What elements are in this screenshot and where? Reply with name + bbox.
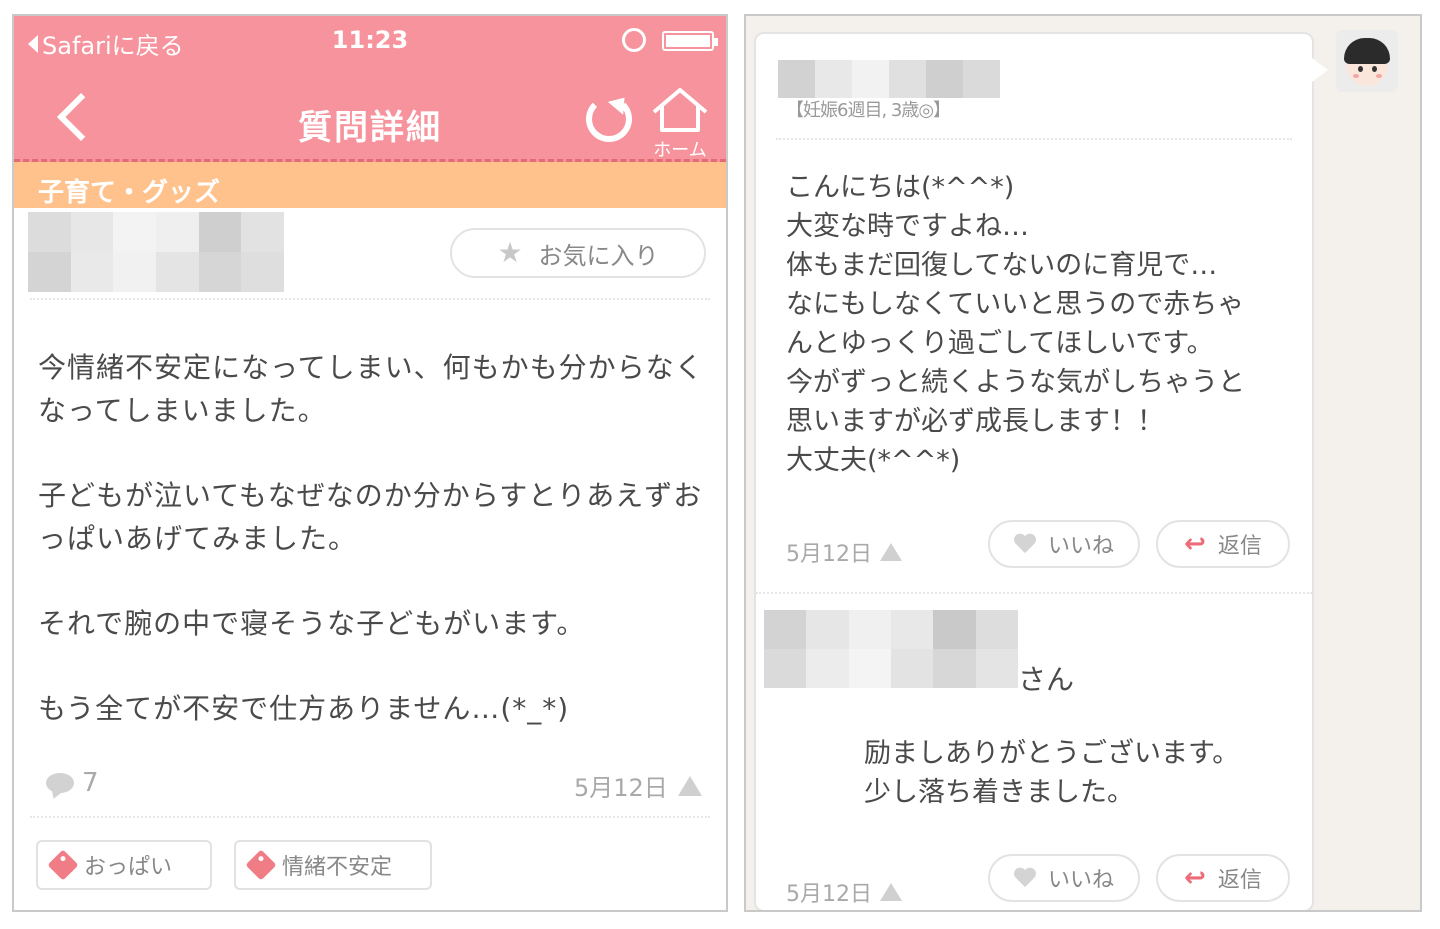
- question-date-value: 5月12日: [574, 774, 668, 802]
- question-paragraph: 子どもが泣いてもなぜなのか分からすとりあえずおっぱいあげてみました。: [38, 479, 703, 555]
- reply-author-mosaic: [764, 610, 1018, 688]
- reply-label: 返信: [1217, 868, 1262, 893]
- reply-like-button[interactable]: いいね: [988, 854, 1140, 902]
- question-date: 5月12日: [574, 768, 702, 803]
- tag-icon: [245, 849, 277, 881]
- answer-date: 5月12日: [786, 536, 902, 568]
- answer-line: 大丈夫(*^^*): [786, 445, 961, 476]
- category-bar: 子育て・グッズ: [14, 162, 726, 208]
- comment-count[interactable]: 7: [46, 768, 99, 798]
- answer-body: こんにちは(*^^*) 大変な時ですよね… 体もまだ回復してないのに育児で… な…: [786, 168, 1306, 480]
- answerer-avatar[interactable]: [1336, 30, 1398, 92]
- favorite-label: お気に入り: [538, 241, 659, 270]
- answerer-profile-info: 【妊娠6週目, 3歳◎】: [786, 100, 951, 121]
- avatar-hair: [1344, 38, 1390, 64]
- question-paragraph: 今情緒不安定になってしまい、何もかも分からなくなってしまいました。: [38, 351, 704, 427]
- answer-date-value: 5月12日: [786, 542, 872, 567]
- like-label: いいね: [1047, 868, 1114, 893]
- star-icon: ★: [497, 236, 523, 269]
- home-button[interactable]: ホーム: [648, 86, 712, 161]
- home-icon: [652, 88, 708, 132]
- battery-icon: [662, 31, 718, 51]
- reply-line: 励ましありがとうございます。: [864, 738, 1240, 769]
- tag-button[interactable]: おっぱい: [36, 840, 212, 890]
- answer-line: 大変な時ですよね…: [786, 211, 1029, 242]
- avatar-eye: [1358, 66, 1363, 72]
- divider: [776, 138, 1292, 140]
- comment-bubble-icon: [46, 773, 74, 793]
- question-detail-screen: Safariに戻る 11:23 質問詳細 ホーム 子育て・グッズ ★ お気に入り…: [12, 14, 728, 912]
- like-label: いいね: [1047, 534, 1114, 559]
- heart-icon: [1014, 868, 1036, 888]
- refresh-icon[interactable]: [586, 96, 632, 142]
- avatar-blush: [1353, 74, 1359, 78]
- divider: [30, 816, 710, 818]
- rotation-lock-icon: [622, 28, 646, 52]
- answer-line: 今がずっと続くような気がしちゃうと: [786, 367, 1245, 398]
- report-warning-icon[interactable]: [677, 775, 702, 796]
- divider: [30, 298, 710, 300]
- reply-label: 返信: [1217, 534, 1262, 559]
- tag-label: おっぱい: [84, 855, 173, 880]
- reply-author-suffix: さん: [1018, 663, 1075, 696]
- reply-line: 少し落ち着きました。: [864, 777, 1134, 808]
- tag-button[interactable]: 情緒不安定: [234, 840, 432, 890]
- tag-label: 情緒不安定: [282, 855, 393, 880]
- reply-reply-button[interactable]: ↩ 返信: [1156, 854, 1290, 902]
- answer-line: なにもしなくていいと思うので赤ちゃ: [786, 289, 1245, 320]
- tag-icon: [47, 849, 79, 881]
- reply-arrow-icon: ↩: [1184, 529, 1206, 559]
- author-mosaic: [28, 212, 284, 292]
- avatar-eye: [1372, 66, 1377, 72]
- answer-line: 思いますが必ず成長します！！: [786, 406, 1164, 437]
- answer-line: んとゆっくり過ごしてほしいです。: [786, 328, 1214, 359]
- reply-arrow-icon: ↩: [1184, 863, 1206, 893]
- like-button[interactable]: いいね: [988, 520, 1140, 568]
- report-warning-icon[interactable]: [880, 543, 902, 561]
- answerer-mosaic: [778, 60, 1000, 98]
- nav-bar: 質問詳細 ホーム: [14, 66, 726, 162]
- avatar-blush: [1376, 74, 1382, 78]
- comment-count-value: 7: [82, 768, 99, 798]
- answers-screen: 【妊娠6週目, 3歳◎】 こんにちは(*^^*) 大変な時ですよね… 体もまだ回…: [744, 14, 1422, 912]
- answer-card: 【妊娠6週目, 3歳◎】 こんにちは(*^^*) 大変な時ですよね… 体もまだ回…: [754, 32, 1328, 910]
- reply-date: 5月12日: [786, 876, 902, 908]
- question-paragraph: それで腕の中で寝そうな子どもがいます。: [38, 607, 586, 640]
- question-paragraph: もう全てが不安で仕方ありません…(*_*): [38, 692, 570, 725]
- heart-icon: [1014, 534, 1036, 554]
- reply-body: 励ましありがとうございます。 少し落ち着きました。: [864, 734, 1239, 812]
- reply-button[interactable]: ↩ 返信: [1156, 520, 1290, 568]
- status-time: 11:23: [331, 26, 409, 54]
- favorite-button[interactable]: ★ お気に入り: [450, 228, 706, 278]
- question-body: 今情緒不安定になってしまい、何もかも分からなくなってしまいました。 子どもが泣い…: [38, 346, 708, 772]
- report-warning-icon[interactable]: [880, 883, 902, 901]
- answer-line: 体もまだ回復してないのに育児で…: [786, 250, 1218, 281]
- answer-line: こんにちは(*^^*): [786, 172, 1015, 203]
- status-bar: Safariに戻る 11:23: [14, 16, 726, 66]
- divider: [756, 592, 1312, 594]
- reply-date-value: 5月12日: [786, 882, 872, 907]
